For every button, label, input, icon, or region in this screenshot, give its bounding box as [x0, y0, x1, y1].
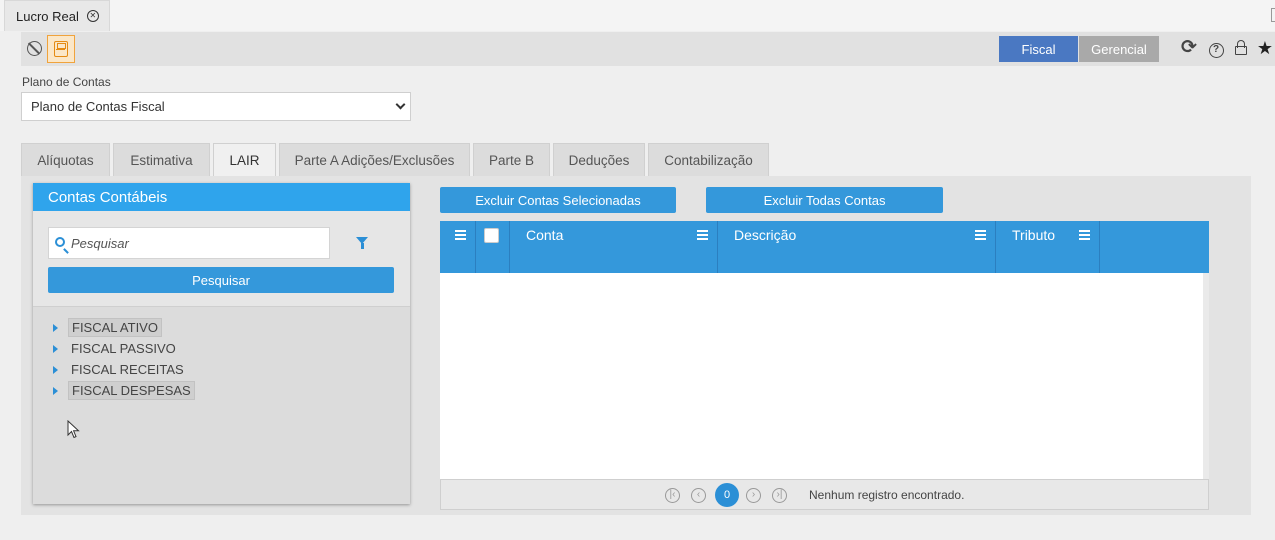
- caret-right-icon[interactable]: [53, 365, 58, 374]
- window-tab-lucro-real[interactable]: Lucro Real ✕: [4, 0, 110, 31]
- save-icon: [54, 41, 68, 57]
- plano-de-contas-label: Plano de Contas: [22, 75, 111, 89]
- grid-pager: |‹ ‹ 0 › ›| Nenhum registro encontrado.: [440, 479, 1209, 510]
- gerencial-toggle-button[interactable]: Gerencial: [1079, 36, 1159, 62]
- grid-header: Conta Descrição Tributo: [440, 221, 1209, 273]
- plano-de-contas-value: Plano de Contas Fiscal: [31, 99, 165, 114]
- filter-icon[interactable]: [356, 237, 368, 249]
- tree-item-label[interactable]: FISCAL DESPESAS: [68, 381, 195, 400]
- tree-item[interactable]: FISCAL DESPESAS: [53, 381, 195, 400]
- tree-item[interactable]: FISCAL PASSIVO: [53, 339, 179, 358]
- tab-lair[interactable]: LAIR: [213, 143, 276, 177]
- window-tab-label: Lucro Real: [16, 8, 79, 24]
- tab-aliquotas[interactable]: Alíquotas: [21, 143, 110, 176]
- column-conta[interactable]: Conta: [510, 221, 718, 273]
- chevron-down-icon: [395, 99, 406, 110]
- column-title-tributo: Tributo: [1012, 227, 1056, 243]
- search-box[interactable]: [48, 227, 330, 259]
- column-menu-icon[interactable]: [697, 230, 708, 240]
- next-page-icon[interactable]: ›: [746, 488, 761, 503]
- contas-contabeis-title: Contas Contábeis: [33, 183, 410, 211]
- column-descricao[interactable]: Descrição: [718, 221, 996, 273]
- column-tributo[interactable]: Tributo: [996, 221, 1100, 273]
- delete-all-accounts-button[interactable]: Excluir Todas Contas: [706, 187, 943, 213]
- column-menu-icon[interactable]: [975, 230, 986, 240]
- star-icon[interactable]: ★: [1255, 38, 1275, 58]
- last-page-icon[interactable]: ›|: [772, 488, 787, 503]
- grid-menu-column[interactable]: [440, 221, 476, 273]
- help-icon[interactable]: ?: [1206, 38, 1226, 58]
- tab-contabilizacao[interactable]: Contabilização: [648, 143, 769, 176]
- cancel-icon[interactable]: [27, 41, 42, 56]
- tab-estimativa[interactable]: Estimativa: [113, 143, 210, 176]
- tree-item-label[interactable]: FISCAL RECEITAS: [68, 361, 187, 378]
- column-menu-icon[interactable]: [1079, 230, 1090, 240]
- menu-icon[interactable]: [455, 230, 466, 240]
- select-all-checkbox[interactable]: [484, 228, 499, 243]
- plano-de-contas-select[interactable]: Plano de Contas Fiscal: [21, 92, 411, 121]
- tab-parte-a[interactable]: Parte A Adições/Exclusões: [279, 143, 470, 176]
- caret-right-icon[interactable]: [53, 323, 58, 332]
- fiscal-toggle-button[interactable]: Fiscal: [999, 36, 1078, 62]
- mouse-cursor-icon: [67, 420, 80, 439]
- tab-parte-b[interactable]: Parte B: [473, 143, 550, 176]
- tree-item-label[interactable]: FISCAL PASSIVO: [68, 340, 179, 357]
- window-edge-icon: [1271, 8, 1275, 22]
- delete-selected-accounts-button[interactable]: Excluir Contas Selecionadas: [440, 187, 676, 213]
- search-input[interactable]: [71, 228, 326, 258]
- column-title-descricao: Descrição: [734, 227, 797, 243]
- contas-contabeis-panel: Contas Contábeis Pesquisar FISCAL ATIVO …: [33, 183, 410, 504]
- tree-item-label[interactable]: FISCAL ATIVO: [68, 318, 162, 337]
- tab-deducoes[interactable]: Deduções: [553, 143, 645, 176]
- refresh-icon[interactable]: ⟳: [1179, 38, 1199, 58]
- tree-item[interactable]: FISCAL ATIVO: [53, 318, 162, 337]
- close-icon[interactable]: ✕: [86, 10, 99, 22]
- lock-icon[interactable]: [1231, 38, 1251, 58]
- tree-item[interactable]: FISCAL RECEITAS: [53, 360, 187, 379]
- search-section: Pesquisar: [33, 211, 410, 307]
- search-icon: [55, 237, 65, 247]
- grid-scrollbar[interactable]: [1203, 273, 1209, 479]
- first-page-icon[interactable]: |‹: [665, 488, 680, 503]
- window-tabstrip: Lucro Real ✕: [0, 0, 1275, 31]
- previous-page-icon[interactable]: ‹: [691, 488, 706, 503]
- grid-select-column: [476, 221, 510, 273]
- grid-body: [440, 273, 1203, 479]
- toolbar: Fiscal Gerencial ⟳ ? ★: [21, 32, 1275, 66]
- caret-right-icon[interactable]: [53, 386, 58, 395]
- pager-status: Nenhum registro encontrado.: [809, 488, 965, 502]
- caret-right-icon[interactable]: [53, 344, 58, 353]
- search-button[interactable]: Pesquisar: [48, 267, 394, 293]
- save-button[interactable]: [47, 35, 75, 63]
- current-page[interactable]: 0: [715, 483, 739, 507]
- column-title-conta: Conta: [526, 227, 564, 243]
